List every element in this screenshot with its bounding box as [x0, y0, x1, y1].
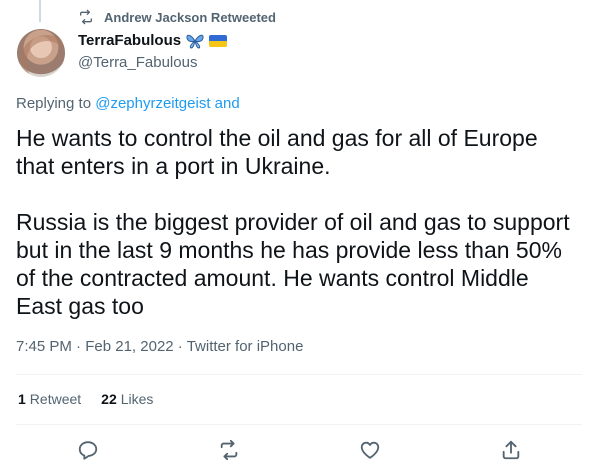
- author-handle[interactable]: @Terra_Fabulous: [78, 54, 197, 71]
- reply-icon: [78, 441, 98, 460]
- like-button[interactable]: [358, 438, 382, 462]
- retweet-icon: [220, 439, 238, 461]
- replying-mention-link[interactable]: @zephyrzeitgeist and: [95, 95, 239, 112]
- tweet-text: He wants to control the oil and gas for …: [16, 125, 570, 319]
- thread-line: [39, 0, 41, 22]
- tweet-client: Twitter for iPhone: [186, 338, 304, 355]
- tweet-meta: 7:45 PM · Feb 21, 2022 · Twitter for iPh…: [16, 338, 303, 355]
- reply-button[interactable]: [76, 438, 100, 462]
- share-button[interactable]: [499, 438, 523, 462]
- retweet-count-link[interactable]: 1 Retweet: [18, 391, 81, 407]
- heart-icon: [360, 441, 380, 459]
- butterfly-icon: [186, 34, 204, 49]
- retweet-icon: [80, 9, 92, 25]
- tweet-time[interactable]: 7:45 PM: [16, 338, 72, 355]
- meta-separator: ·: [71, 338, 86, 355]
- share-icon: [502, 440, 520, 460]
- retweet-context-text[interactable]: Andrew Jackson Retweeted: [104, 10, 276, 25]
- retweet-count: 1: [18, 391, 26, 407]
- like-count-label: Likes: [120, 391, 154, 407]
- replying-to: Replying to @zephyrzeitgeist and: [16, 95, 240, 112]
- divider: [16, 374, 582, 375]
- meta-separator: ·: [173, 338, 187, 355]
- tweet-stats: 1 Retweet 22 Likes: [18, 391, 153, 407]
- avatar[interactable]: [17, 29, 65, 77]
- author-name-row[interactable]: TerraFabulous: [78, 32, 228, 49]
- divider: [16, 424, 582, 425]
- tweet-date[interactable]: Feb 21, 2022: [85, 338, 173, 355]
- like-count: 22: [101, 391, 117, 407]
- tweet-actions: [0, 438, 598, 462]
- retweet-button[interactable]: [217, 438, 241, 462]
- retweet-count-label: Retweet: [29, 391, 82, 407]
- author-display-name[interactable]: TerraFabulous: [78, 32, 181, 49]
- like-count-link[interactable]: 22 Likes: [101, 391, 153, 407]
- replying-prefix: Replying to: [16, 95, 96, 112]
- ukraine-flag-icon: [209, 34, 228, 47]
- retweet-context: Andrew Jackson Retweeted: [78, 9, 276, 25]
